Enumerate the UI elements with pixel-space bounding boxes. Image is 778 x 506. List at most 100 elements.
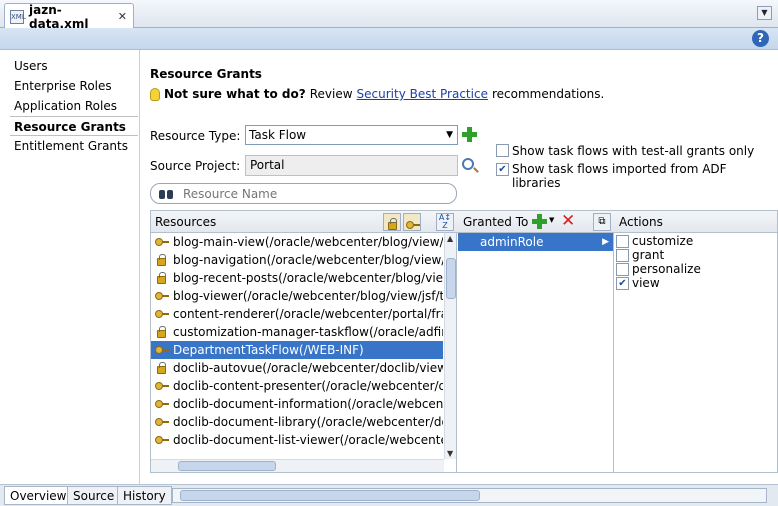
resource-grants-panel: Resource Grants Not sure what to do? Rev… bbox=[141, 50, 778, 484]
action-checkbox[interactable] bbox=[616, 249, 629, 262]
resource-row[interactable]: blog-navigation(/oracle/webcenter/blog/v… bbox=[151, 251, 443, 269]
resource-row[interactable]: blog-main-view(/oracle/webcenter/blog/vi… bbox=[151, 233, 443, 251]
key-icon bbox=[406, 221, 420, 229]
action-label: personalize bbox=[632, 262, 701, 276]
resource-row[interactable]: content-renderer(/oracle/webcenter/porta… bbox=[151, 305, 443, 323]
sort-az-icon[interactable]: A↕ Z bbox=[436, 213, 454, 231]
grantee-row-selected[interactable]: adminRole ▶ bbox=[458, 233, 613, 251]
imported-adf-checkbox[interactable]: ✔ bbox=[496, 163, 509, 176]
resource-row[interactable]: doclib-content-presenter(/oracle/webcent… bbox=[151, 377, 443, 395]
resource-label: customization-manager-taskflow(/oracle/a… bbox=[173, 325, 443, 339]
resource-row[interactable]: doclib-document-list-viewer(/oracle/webc… bbox=[151, 431, 443, 449]
granted-to-list: adminRole ▶ bbox=[457, 233, 614, 473]
resource-type-label: Resource Type: bbox=[150, 129, 241, 143]
key-icon bbox=[155, 382, 169, 390]
resource-label: blog-navigation(/oracle/webcenter/blog/v… bbox=[173, 253, 443, 267]
resources-horizontal-scrollbar[interactable] bbox=[151, 459, 444, 472]
resource-row[interactable]: customization-manager-taskflow(/oracle/a… bbox=[151, 323, 443, 341]
add-grantee-icon[interactable] bbox=[532, 214, 547, 229]
tab-overview[interactable]: Overview bbox=[4, 486, 73, 505]
chevron-down-icon: ▼ bbox=[446, 130, 453, 140]
tab-source[interactable]: Source bbox=[67, 486, 121, 505]
nav-item-entitlement-grants[interactable]: Entitlement Grants bbox=[14, 136, 140, 156]
add-resource-type-icon[interactable] bbox=[462, 127, 477, 142]
delete-icon[interactable]: ✕ bbox=[561, 211, 575, 231]
imported-adf-label: Show task flows imported from ADF librar… bbox=[512, 162, 727, 190]
action-label: view bbox=[632, 276, 660, 290]
search-icon[interactable] bbox=[462, 158, 474, 170]
resource-row[interactable]: doclib-document-library(/oracle/webcente… bbox=[151, 413, 443, 431]
lightbulb-icon bbox=[150, 87, 160, 101]
resource-type-select[interactable]: Task Flow ▼ bbox=[245, 125, 458, 145]
resource-label: doclib-document-information(/oracle/webc… bbox=[173, 397, 443, 411]
action-checkbox[interactable] bbox=[616, 263, 629, 276]
bottom-tab-bar: Overview Source History bbox=[0, 484, 778, 506]
editor-tab-label: jazn-data.xml bbox=[29, 2, 89, 31]
scroll-down-icon[interactable]: ▼ bbox=[447, 449, 453, 458]
left-navigation: Users Enterprise Roles Application Roles… bbox=[0, 50, 140, 484]
key-icon bbox=[155, 292, 169, 300]
security-best-practice-link[interactable]: Security Best Practice bbox=[357, 87, 488, 101]
editor-tab-jazn-data[interactable]: XML jazn-data.xml ✕ bbox=[4, 2, 134, 31]
lock-icon bbox=[157, 254, 166, 266]
action-checkbox[interactable]: ✔ bbox=[616, 277, 629, 290]
resource-label: content-renderer(/oracle/webcenter/porta… bbox=[173, 307, 443, 321]
close-icon[interactable]: ✕ bbox=[118, 10, 127, 23]
show-secured-toggle[interactable] bbox=[383, 213, 401, 231]
lock-icon bbox=[157, 326, 166, 338]
scroll-thumb[interactable] bbox=[180, 490, 480, 501]
test-all-grants-checkbox[interactable] bbox=[496, 144, 509, 157]
resource-row[interactable]: blog-viewer(/oracle/webcenter/blog/view/… bbox=[151, 287, 443, 305]
hint-text: Review bbox=[309, 87, 353, 101]
resources-vertical-scrollbar[interactable]: ▲ ▼ bbox=[444, 233, 456, 459]
source-project-label: Source Project: bbox=[150, 159, 241, 173]
tab-history[interactable]: History bbox=[117, 486, 172, 505]
resources-header: Resources bbox=[155, 215, 217, 229]
hint-line: Not sure what to do? Review Security Bes… bbox=[150, 87, 604, 101]
scroll-up-icon[interactable]: ▲ bbox=[447, 234, 453, 243]
resource-label: blog-recent-posts(/oracle/webcenter/blog… bbox=[173, 271, 443, 285]
resource-name-filter[interactable] bbox=[150, 183, 457, 204]
editor-tab-strip: XML jazn-data.xml ✕ ▼ bbox=[0, 0, 778, 31]
resource-row[interactable]: doclib-autovue(/oracle/webcenter/doclib/… bbox=[151, 359, 443, 377]
resource-label: DepartmentTaskFlow(/WEB-INF) bbox=[173, 343, 364, 357]
test-all-grants-label: Show task flows with test-all grants onl… bbox=[512, 144, 755, 158]
resource-row[interactable]: blog-recent-posts(/oracle/webcenter/blog… bbox=[151, 269, 443, 287]
key-icon bbox=[155, 418, 169, 426]
resources-list: blog-main-view(/oracle/webcenter/blog/vi… bbox=[150, 233, 457, 473]
lock-icon bbox=[157, 272, 166, 284]
chevron-down-icon[interactable]: ▼ bbox=[549, 216, 554, 224]
hint-text-after: recommendations. bbox=[491, 87, 605, 101]
key-icon bbox=[155, 238, 169, 246]
key-icon bbox=[155, 346, 169, 354]
resource-label: doclib-autovue(/oracle/webcenter/doclib/… bbox=[173, 361, 443, 375]
nav-item-enterprise-roles[interactable]: Enterprise Roles bbox=[14, 76, 140, 96]
nav-item-users[interactable]: Users bbox=[14, 56, 140, 76]
resource-name-input[interactable] bbox=[181, 186, 441, 202]
resource-label: blog-viewer(/oracle/webcenter/blog/view/… bbox=[173, 289, 443, 303]
hint-bold-text: Not sure what to do? bbox=[164, 87, 306, 101]
lock-icon bbox=[388, 218, 397, 230]
editor-horizontal-scrollbar[interactable] bbox=[172, 488, 767, 503]
resource-row-selected[interactable]: DepartmentTaskFlow(/WEB-INF) bbox=[151, 341, 443, 359]
nav-item-resource-grants[interactable]: Resource Grants bbox=[10, 116, 138, 136]
scroll-thumb[interactable] bbox=[178, 461, 276, 471]
scroll-thumb[interactable] bbox=[446, 258, 456, 299]
granted-to-header: Granted To bbox=[463, 215, 529, 229]
show-granted-toggle[interactable] bbox=[403, 213, 421, 231]
lock-icon bbox=[157, 362, 166, 374]
open-editor-icon[interactable]: ⧉ bbox=[593, 213, 611, 231]
key-icon bbox=[155, 400, 169, 408]
resource-label: doclib-content-presenter(/oracle/webcent… bbox=[173, 379, 443, 393]
chevron-right-icon: ▶ bbox=[602, 237, 609, 247]
help-icon[interactable]: ? bbox=[752, 30, 769, 47]
resource-label: doclib-document-list-viewer(/oracle/webc… bbox=[173, 433, 443, 447]
key-icon bbox=[155, 310, 169, 318]
grantee-label: adminRole bbox=[480, 235, 544, 249]
key-icon bbox=[155, 436, 169, 444]
resource-row[interactable]: doclib-document-information(/oracle/webc… bbox=[151, 395, 443, 413]
tab-list-dropdown-button[interactable]: ▼ bbox=[757, 6, 772, 20]
actions-list: customize grant personalize ✔ view bbox=[614, 233, 778, 473]
nav-item-application-roles[interactable]: Application Roles bbox=[14, 96, 140, 116]
action-checkbox[interactable] bbox=[616, 235, 629, 248]
